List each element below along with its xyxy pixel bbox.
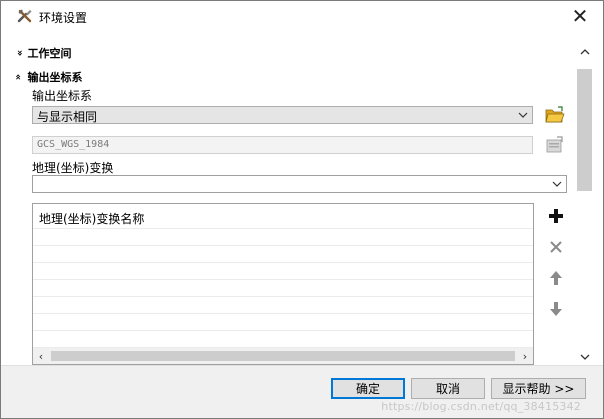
geo-transform-label: 地理(坐标)变换 — [32, 161, 114, 175]
section-output-coordinate-system[interactable]: » 输出坐标系 — [13, 69, 83, 85]
chevron-up-icon: » — [13, 73, 25, 81]
chevron-down-icon: » — [14, 49, 26, 57]
chevron-down-icon — [517, 109, 529, 121]
scroll-down-icon[interactable] — [576, 348, 593, 365]
list-item[interactable] — [33, 246, 533, 263]
open-folder-icon — [545, 106, 565, 123]
list-header: 地理(坐标)变换名称 — [39, 212, 145, 226]
list-item[interactable] — [33, 331, 533, 348]
scroll-left-icon[interactable]: ‹ — [33, 348, 49, 364]
cancel-button[interactable]: 取消 — [411, 378, 485, 399]
vertical-scroll-thumb[interactable] — [577, 69, 592, 191]
move-up-button[interactable] — [544, 266, 568, 290]
tools-icon — [17, 8, 33, 24]
close-icon: ✕ — [571, 3, 589, 28]
remove-icon — [550, 241, 562, 253]
show-help-button[interactable]: 显示帮助 >> — [491, 378, 586, 399]
title-bar: 环境设置 ✕ — [1, 1, 603, 32]
window-title: 环境设置 — [39, 11, 88, 25]
environment-settings-dialog: 环境设置 ✕ » 工作空间 » 输出坐标系 输出坐标系 与显示相同 GCS_WG… — [0, 0, 604, 419]
horizontal-scroll-thumb[interactable] — [51, 351, 515, 361]
watermark: https://blog.csdn.net/qq_38415342 — [381, 400, 581, 413]
section-workspace[interactable]: » 工作空间 — [14, 45, 72, 61]
section-workspace-label: 工作空间 — [27, 47, 72, 60]
dialog-footer: 确定 取消 显示帮助 >> https://blog.csdn.net/qq_3… — [1, 365, 603, 418]
scroll-up-icon[interactable] — [576, 43, 593, 60]
move-down-icon — [550, 302, 562, 316]
output-cs-dropdown[interactable]: 与显示相同 — [32, 106, 533, 124]
geo-transform-dropdown[interactable] — [32, 175, 567, 193]
remove-transform-button[interactable] — [544, 235, 568, 259]
list-item[interactable] — [33, 229, 533, 246]
scroll-right-icon[interactable]: › — [517, 348, 533, 364]
spatial-reference-properties-button — [544, 134, 566, 156]
geo-transform-list[interactable]: 地理(坐标)变换名称 ‹ › — [32, 203, 534, 365]
panel-vertical-scrollbar[interactable] — [576, 43, 593, 365]
list-item[interactable] — [33, 280, 533, 297]
settings-panel: » 工作空间 » 输出坐标系 输出坐标系 与显示相同 GCS_WGS_1984 — [1, 33, 603, 365]
list-header-row: 地理(坐标)变换名称 — [33, 204, 533, 229]
close-button[interactable]: ✕ — [557, 1, 603, 32]
spatial-reference-readonly-field: GCS_WGS_1984 — [32, 136, 533, 154]
move-down-button[interactable] — [544, 297, 568, 321]
move-up-icon — [550, 271, 562, 285]
add-icon — [549, 209, 563, 223]
chevron-down-icon — [551, 178, 563, 190]
spatial-reference-value: GCS_WGS_1984 — [37, 139, 110, 150]
list-item[interactable] — [33, 263, 533, 280]
ok-button[interactable]: 确定 — [331, 378, 405, 399]
list-item[interactable] — [33, 297, 533, 314]
properties-icon — [546, 136, 563, 153]
list-item[interactable] — [33, 314, 533, 331]
output-cs-field-label: 输出坐标系 — [32, 89, 93, 103]
section-output-cs-label: 输出坐标系 — [27, 71, 83, 84]
list-horizontal-scrollbar[interactable]: ‹ › — [33, 348, 533, 364]
add-transform-button[interactable] — [544, 204, 568, 228]
output-cs-dropdown-value: 与显示相同 — [37, 110, 98, 124]
browse-folder-button[interactable] — [544, 104, 566, 126]
